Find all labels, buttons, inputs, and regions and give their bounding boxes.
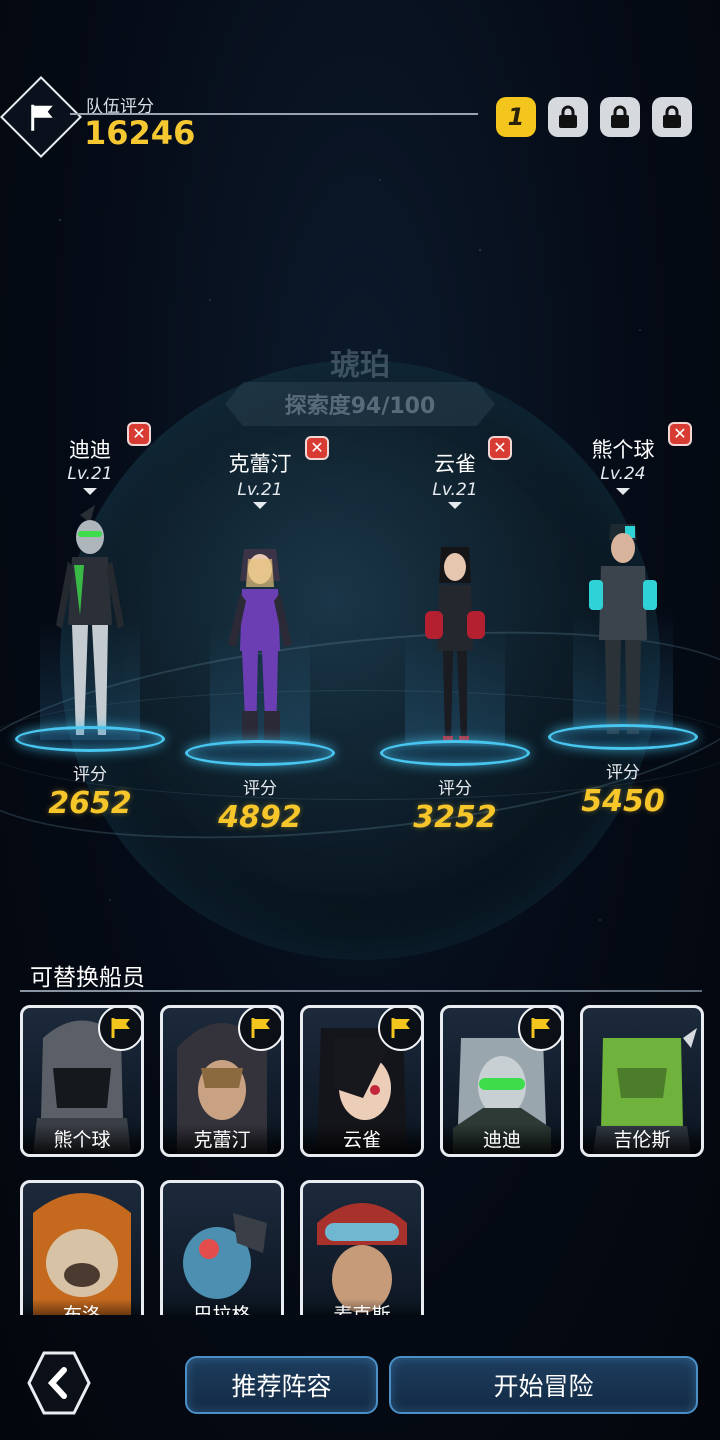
crew-card-7[interactable]: 巴拉格	[160, 1180, 284, 1315]
crew-portrait	[33, 1193, 131, 1315]
lock-icon	[663, 105, 681, 128]
team-slot-3-locked[interactable]	[600, 97, 640, 137]
crew-section-title: 可替换船员	[30, 965, 145, 991]
crew-grid[interactable]: 熊个球 克蕾汀 云雀 迪迪 吉伦斯 布洛 巴拉格 麦克斯	[20, 1005, 710, 1315]
team-slot-4-locked[interactable]	[652, 97, 692, 137]
caret-down-icon	[448, 502, 462, 509]
score-label: 评分	[73, 765, 107, 785]
flag-icon	[111, 1018, 130, 1038]
score-value: 5450	[581, 784, 665, 819]
platform-pad	[15, 726, 165, 752]
crew-name: 迪迪	[443, 1124, 561, 1154]
crew-portrait	[183, 1213, 267, 1299]
exploration-progress: 探索度94/100	[225, 382, 495, 426]
character-figure	[228, 549, 292, 741]
start-adventure-button[interactable]: 开始冒险	[389, 1356, 698, 1414]
platform-pad	[380, 740, 530, 766]
score-value: 2652	[48, 786, 132, 821]
crew-card-5[interactable]: 吉伦斯	[580, 1005, 704, 1157]
in-team-badge	[98, 1008, 141, 1051]
crew-card-1[interactable]: 熊个球	[20, 1005, 144, 1157]
back-button[interactable]	[26, 1350, 92, 1416]
lineup-slot-1[interactable]: 迪迪 ✕ Lv.21 评分 2652	[5, 420, 175, 840]
remove-character-button[interactable]: ✕	[488, 436, 512, 460]
chevron-left-icon	[27, 1351, 91, 1415]
score-label: 评分	[438, 779, 472, 799]
recommend-lineup-button[interactable]: 推荐阵容	[185, 1356, 378, 1414]
flag-icon	[31, 104, 53, 131]
crew-portrait	[317, 1203, 407, 1313]
crew-name: 巴拉格	[163, 1299, 281, 1315]
crew-name: 麦克斯	[303, 1299, 421, 1315]
character-figure	[56, 505, 124, 735]
caret-down-icon	[83, 488, 97, 495]
team-score-value: 16246	[84, 114, 196, 152]
score-label: 评分	[243, 779, 277, 799]
lineup-slot-3[interactable]: 云雀 ✕ Lv.21 评分 3252	[370, 436, 540, 856]
character-level: Lv.21	[67, 464, 113, 484]
character-name: 云雀	[434, 452, 476, 476]
remove-character-button[interactable]: ✕	[305, 436, 329, 460]
caret-down-icon	[253, 502, 267, 509]
in-team-badge	[378, 1008, 421, 1051]
crew-name: 吉伦斯	[583, 1124, 701, 1154]
team-slots: 1	[496, 97, 692, 137]
score-value: 3252	[413, 800, 497, 835]
crew-name: 布洛	[23, 1299, 141, 1315]
crew-name: 熊个球	[23, 1124, 141, 1154]
crew-card-2[interactable]: 克蕾汀	[160, 1005, 284, 1157]
platform-pad	[548, 724, 698, 750]
character-level: Lv.21	[237, 480, 283, 500]
in-team-badge	[518, 1008, 561, 1051]
character-level: Lv.21	[432, 480, 478, 500]
planet-name: 琥珀	[330, 348, 390, 383]
lineup-slot-2[interactable]: 克蕾汀 ✕ Lv.21 评分 4892	[175, 436, 345, 856]
flag-icon	[531, 1018, 550, 1038]
team-slot-number: 1	[507, 103, 525, 131]
score-value: 4892	[218, 800, 302, 835]
crew-name: 云雀	[303, 1124, 421, 1154]
platform-pad	[185, 740, 335, 766]
exploration-text: 探索度94/100	[284, 394, 436, 419]
crew-divider	[20, 990, 702, 992]
lock-icon	[611, 105, 629, 128]
in-team-badge	[238, 1008, 281, 1051]
lineup-slot-4[interactable]: 熊个球 ✕ Lv.24 评分 5450	[538, 420, 708, 840]
flag-icon	[391, 1018, 410, 1038]
character-level: Lv.24	[600, 464, 646, 484]
character-figure	[425, 547, 485, 742]
score-label: 评分	[606, 763, 640, 783]
crew-name: 克蕾汀	[163, 1124, 281, 1154]
remove-character-button[interactable]: ✕	[668, 422, 692, 446]
crew-card-3[interactable]: 云雀	[300, 1005, 424, 1157]
crew-card-6[interactable]: 布洛	[20, 1180, 144, 1315]
crew-card-8[interactable]: 麦克斯	[300, 1180, 424, 1315]
lock-icon	[559, 105, 577, 128]
caret-down-icon	[616, 488, 630, 495]
team-slot-1[interactable]: 1	[496, 97, 536, 137]
remove-character-button[interactable]: ✕	[127, 422, 151, 446]
team-slot-2-locked[interactable]	[548, 97, 588, 137]
flag-icon	[251, 1018, 270, 1038]
character-figure	[589, 524, 657, 734]
crew-card-4[interactable]: 迪迪	[440, 1005, 564, 1157]
